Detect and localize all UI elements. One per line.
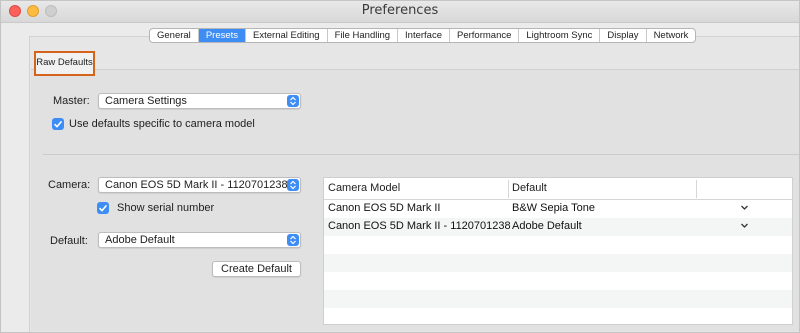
table-empty-row bbox=[324, 254, 792, 272]
window-title: Preferences bbox=[361, 3, 439, 18]
chevron-down-icon[interactable] bbox=[740, 203, 749, 212]
camera-popup[interactable]: Canon EOS 5D Mark II - 1120701238 bbox=[98, 177, 301, 193]
cell-default: Adobe Default bbox=[512, 220, 582, 232]
checkmark-icon bbox=[98, 204, 108, 212]
column-header-camera-model[interactable]: Camera Model bbox=[328, 182, 400, 194]
tab-presets[interactable]: Presets bbox=[198, 29, 247, 42]
preferences-window: Preferences General Presets External Edi… bbox=[0, 0, 800, 333]
default-label: Default: bbox=[50, 235, 88, 247]
chevron-down-icon[interactable] bbox=[740, 221, 749, 230]
camera-defaults-table: Camera Model Default Canon EOS 5D Mark I… bbox=[323, 177, 793, 325]
column-separator bbox=[508, 180, 509, 198]
up-down-arrows-icon bbox=[287, 179, 299, 191]
cell-camera-model: Canon EOS 5D Mark II - 1120701238 bbox=[328, 220, 511, 232]
column-separator bbox=[696, 180, 697, 198]
camera-popup-value: Canon EOS 5D Mark II - 1120701238 bbox=[105, 179, 288, 191]
preferences-tab-bar: General Presets External Editing File Ha… bbox=[149, 28, 697, 43]
table-empty-row bbox=[324, 236, 792, 254]
table-empty-row bbox=[324, 308, 792, 324]
table-empty-row bbox=[324, 290, 792, 308]
show-serial-number-checkbox[interactable] bbox=[97, 202, 109, 214]
tab-general[interactable]: General bbox=[150, 29, 199, 42]
default-popup[interactable]: Adobe Default bbox=[98, 232, 301, 248]
default-popup-value: Adobe Default bbox=[105, 234, 175, 246]
column-header-default[interactable]: Default bbox=[512, 182, 547, 194]
table-row[interactable]: Canon EOS 5D Mark II B&W Sepia Tone bbox=[324, 200, 792, 218]
raw-defaults-section-label: Raw Defaults bbox=[34, 51, 95, 76]
cell-default: B&W Sepia Tone bbox=[512, 202, 595, 214]
create-default-button[interactable]: Create Default bbox=[212, 261, 301, 277]
master-popup[interactable]: Camera Settings bbox=[98, 93, 301, 109]
tab-file-handling[interactable]: File Handling bbox=[328, 29, 399, 42]
use-camera-defaults-label: Use defaults specific to camera model bbox=[69, 118, 255, 130]
checkmark-icon bbox=[53, 120, 63, 128]
table-header: Camera Model Default bbox=[324, 178, 792, 200]
section-divider bbox=[43, 154, 799, 155]
tab-network[interactable]: Network bbox=[647, 29, 696, 42]
table-empty-row bbox=[324, 272, 792, 290]
table-row[interactable]: Canon EOS 5D Mark II - 1120701238 Adobe … bbox=[324, 218, 792, 236]
tab-performance[interactable]: Performance bbox=[450, 29, 520, 42]
up-down-arrows-icon bbox=[287, 95, 299, 107]
tab-lightroom-sync[interactable]: Lightroom Sync bbox=[519, 29, 601, 42]
title-bar: Preferences bbox=[1, 1, 799, 23]
show-serial-number-label: Show serial number bbox=[117, 202, 215, 214]
use-camera-defaults-checkbox[interactable] bbox=[52, 118, 64, 130]
tab-external-editing[interactable]: External Editing bbox=[246, 29, 328, 42]
master-popup-value: Camera Settings bbox=[105, 95, 187, 107]
tab-display[interactable]: Display bbox=[600, 29, 647, 42]
cell-camera-model: Canon EOS 5D Mark II bbox=[328, 202, 441, 214]
tab-interface[interactable]: Interface bbox=[398, 29, 450, 42]
camera-label: Camera: bbox=[48, 179, 91, 191]
master-label: Master: bbox=[53, 95, 90, 107]
up-down-arrows-icon bbox=[287, 234, 299, 246]
